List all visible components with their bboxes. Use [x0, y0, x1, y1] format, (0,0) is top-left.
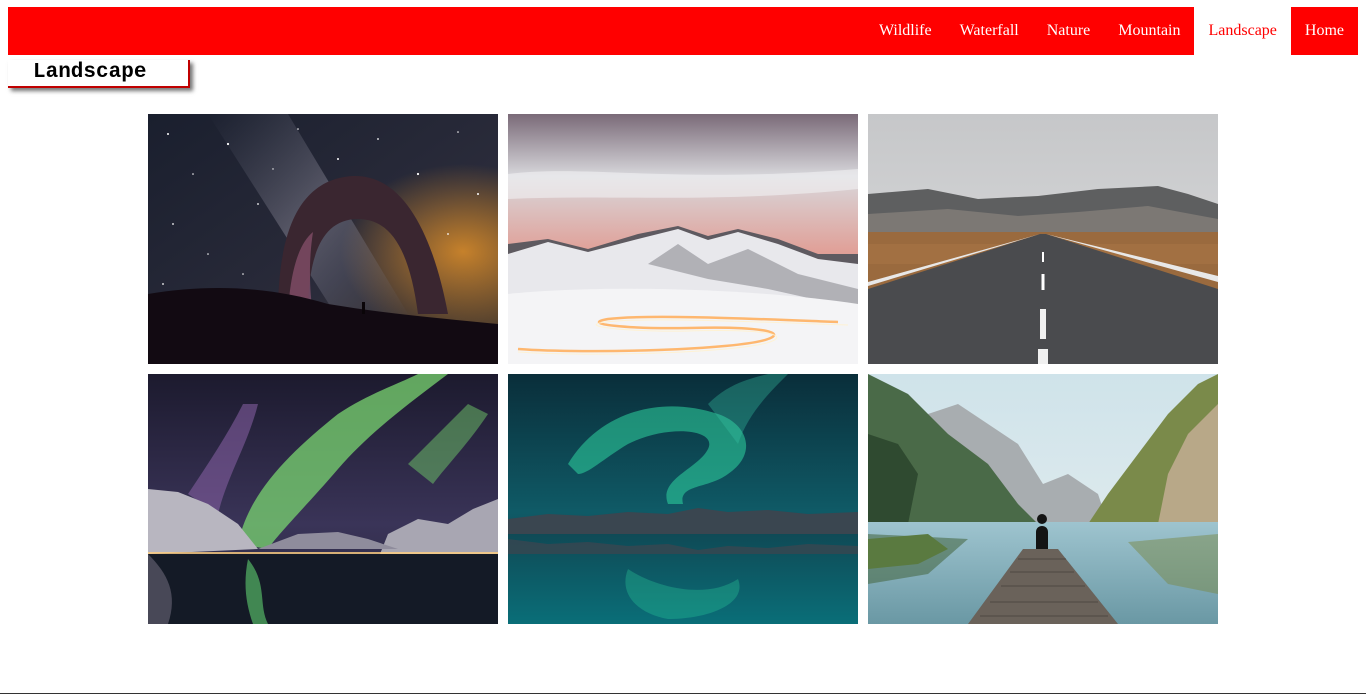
starry-night-rock-arch-photo[interactable] — [148, 114, 498, 364]
nav-menu: Wildlife Waterfall Nature Mountain Lands… — [865, 7, 1358, 55]
person-on-dock-mountain-lake-photo[interactable] — [868, 374, 1218, 624]
bottom-border — [0, 693, 1366, 694]
nav-item-landscape[interactable]: Landscape — [1194, 7, 1291, 55]
nav-item-nature[interactable]: Nature — [1033, 7, 1105, 55]
nav-item-home[interactable]: Home — [1291, 7, 1358, 55]
snowy-mountain-winding-road-light-trails-photo[interactable] — [508, 114, 858, 364]
aurora-over-lake-reflection-photo[interactable] — [508, 374, 858, 624]
top-navbar: Wildlife Waterfall Nature Mountain Lands… — [8, 7, 1358, 55]
nav-item-wildlife[interactable]: Wildlife — [865, 7, 946, 55]
straight-road-to-mountains-photo[interactable] — [868, 114, 1218, 364]
nav-item-waterfall[interactable]: Waterfall — [946, 7, 1033, 55]
section-title: Landscape — [8, 60, 190, 88]
nav-item-mountain[interactable]: Mountain — [1104, 7, 1194, 55]
aurora-over-fjord-photo[interactable] — [148, 374, 498, 624]
photo-gallery — [148, 114, 1218, 624]
